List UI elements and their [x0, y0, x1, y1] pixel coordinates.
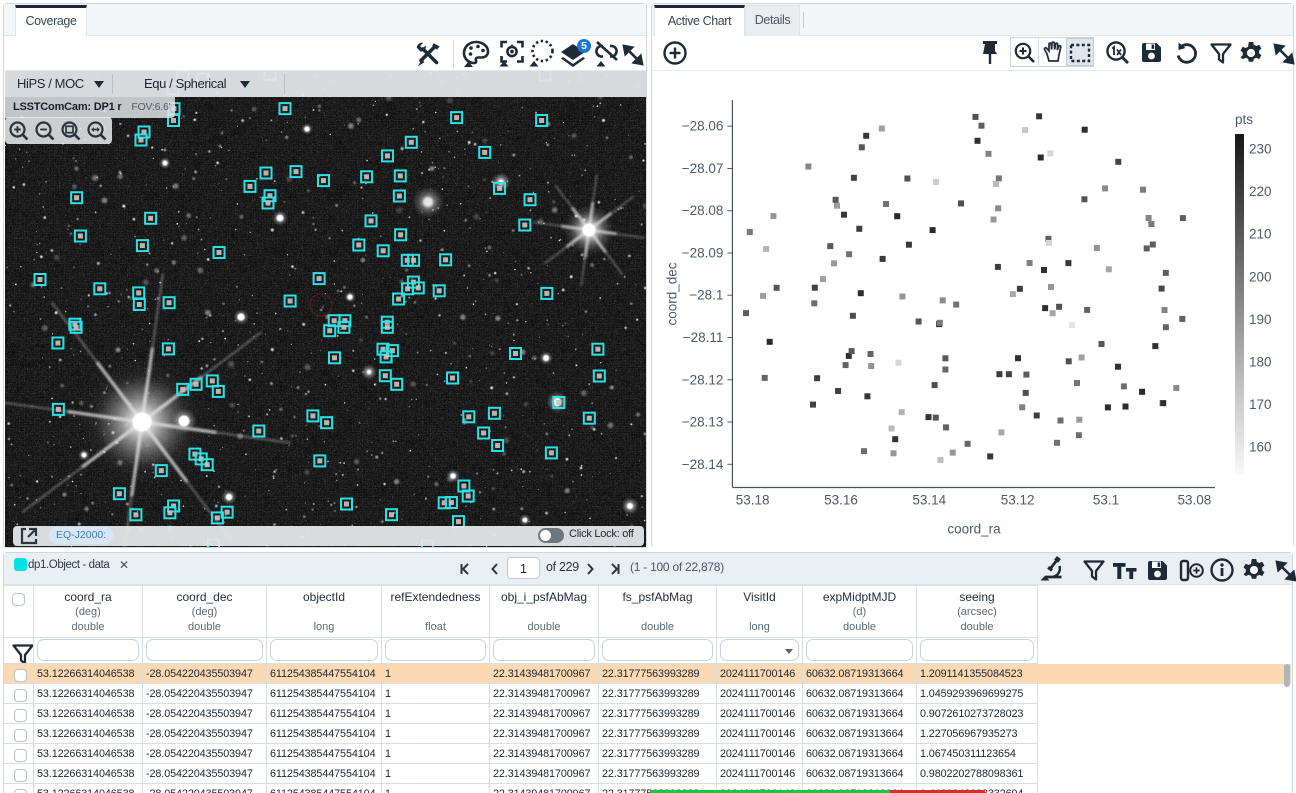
svg-text:−28.12: −28.12: [682, 372, 724, 387]
svg-text:220: 220: [1249, 184, 1272, 199]
svg-text:170: 170: [1249, 397, 1272, 412]
svg-text:53.18: 53.18: [736, 493, 770, 508]
svg-text:−28.1: −28.1: [689, 288, 723, 303]
svg-text:pts: pts: [1235, 112, 1253, 127]
svg-text:160: 160: [1249, 440, 1272, 455]
svg-text:−28.06: −28.06: [682, 119, 724, 134]
svg-text:−28.09: −28.09: [682, 246, 724, 261]
svg-text:190: 190: [1249, 312, 1272, 327]
svg-text:−28.07: −28.07: [682, 161, 724, 176]
svg-text:53.1: 53.1: [1093, 493, 1119, 508]
svg-text:53.14: 53.14: [912, 493, 946, 508]
svg-text:200: 200: [1249, 269, 1272, 284]
svg-text:180: 180: [1249, 355, 1272, 370]
svg-text:−28.11: −28.11: [683, 330, 724, 345]
svg-text:−28.08: −28.08: [682, 203, 724, 218]
svg-text:−28.13: −28.13: [682, 415, 724, 430]
svg-text:230: 230: [1249, 142, 1272, 157]
svg-text:53.16: 53.16: [824, 493, 858, 508]
svg-text:53.08: 53.08: [1178, 493, 1212, 508]
svg-text:53.12: 53.12: [1001, 493, 1035, 508]
svg-text:−28.14: −28.14: [682, 457, 724, 472]
svg-text:coord_ra: coord_ra: [947, 522, 1001, 537]
svg-text:coord_dec: coord_dec: [664, 262, 679, 325]
svg-text:210: 210: [1249, 227, 1272, 242]
